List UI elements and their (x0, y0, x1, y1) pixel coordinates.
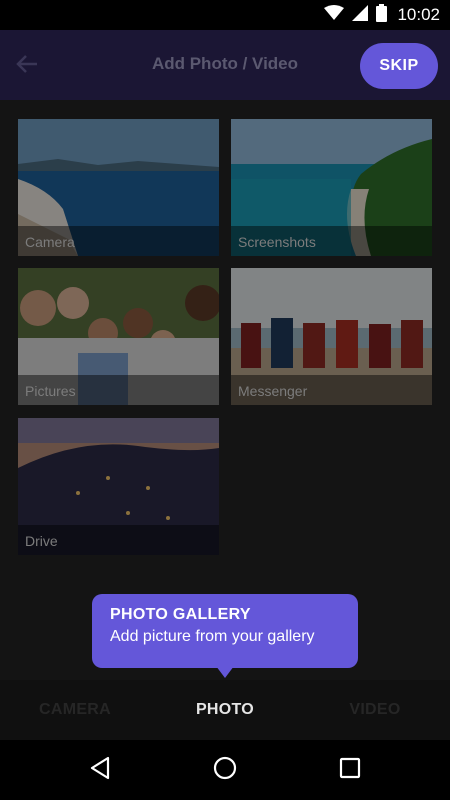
album-tile-messenger[interactable]: Messenger (231, 268, 432, 405)
back-triangle-icon (89, 756, 111, 785)
album-label: Messenger (238, 383, 308, 399)
album-tile-drive[interactable]: Drive (18, 418, 219, 555)
battery-icon (376, 3, 388, 27)
album-grid: Camera Screenshots Pictures Messenger Dr… (0, 100, 450, 680)
tab-photo[interactable]: PHOTO (150, 680, 300, 740)
app-bar: Add Photo / Video SKIP (0, 30, 450, 100)
album-tile-pictures[interactable]: Pictures (18, 268, 219, 405)
photo-gallery-tooltip[interactable]: PHOTO GALLERY Add picture from your gall… (92, 594, 358, 668)
nav-recents-button[interactable] (335, 755, 365, 785)
home-circle-icon (213, 756, 237, 785)
tooltip-subtitle: Add picture from your gallery (110, 628, 315, 645)
album-tile-camera[interactable]: Camera (18, 119, 219, 256)
album-tile-screenshots[interactable]: Screenshots (231, 119, 432, 256)
nav-back-button[interactable] (85, 755, 115, 785)
status-icons: 10:02 (324, 3, 440, 27)
system-nav-bar (0, 740, 450, 800)
album-label: Camera (25, 234, 75, 250)
signal-icon (352, 4, 369, 26)
skip-button[interactable]: SKIP (360, 43, 438, 89)
tooltip-title: PHOTO GALLERY (110, 606, 251, 623)
status-bar: 10:02 (0, 0, 450, 30)
nav-home-button[interactable] (210, 755, 240, 785)
tooltip-pointer (216, 666, 234, 678)
status-time: 10:02 (397, 5, 440, 24)
recents-square-icon (339, 757, 361, 784)
tab-camera[interactable]: CAMERA (0, 680, 150, 740)
media-tab-bar: CAMERA PHOTO VIDEO (0, 680, 450, 740)
tab-video[interactable]: VIDEO (300, 680, 450, 740)
wifi-icon (324, 4, 345, 26)
album-label: Pictures (25, 383, 76, 399)
album-label: Screenshots (238, 234, 316, 250)
album-label: Drive (25, 533, 58, 549)
